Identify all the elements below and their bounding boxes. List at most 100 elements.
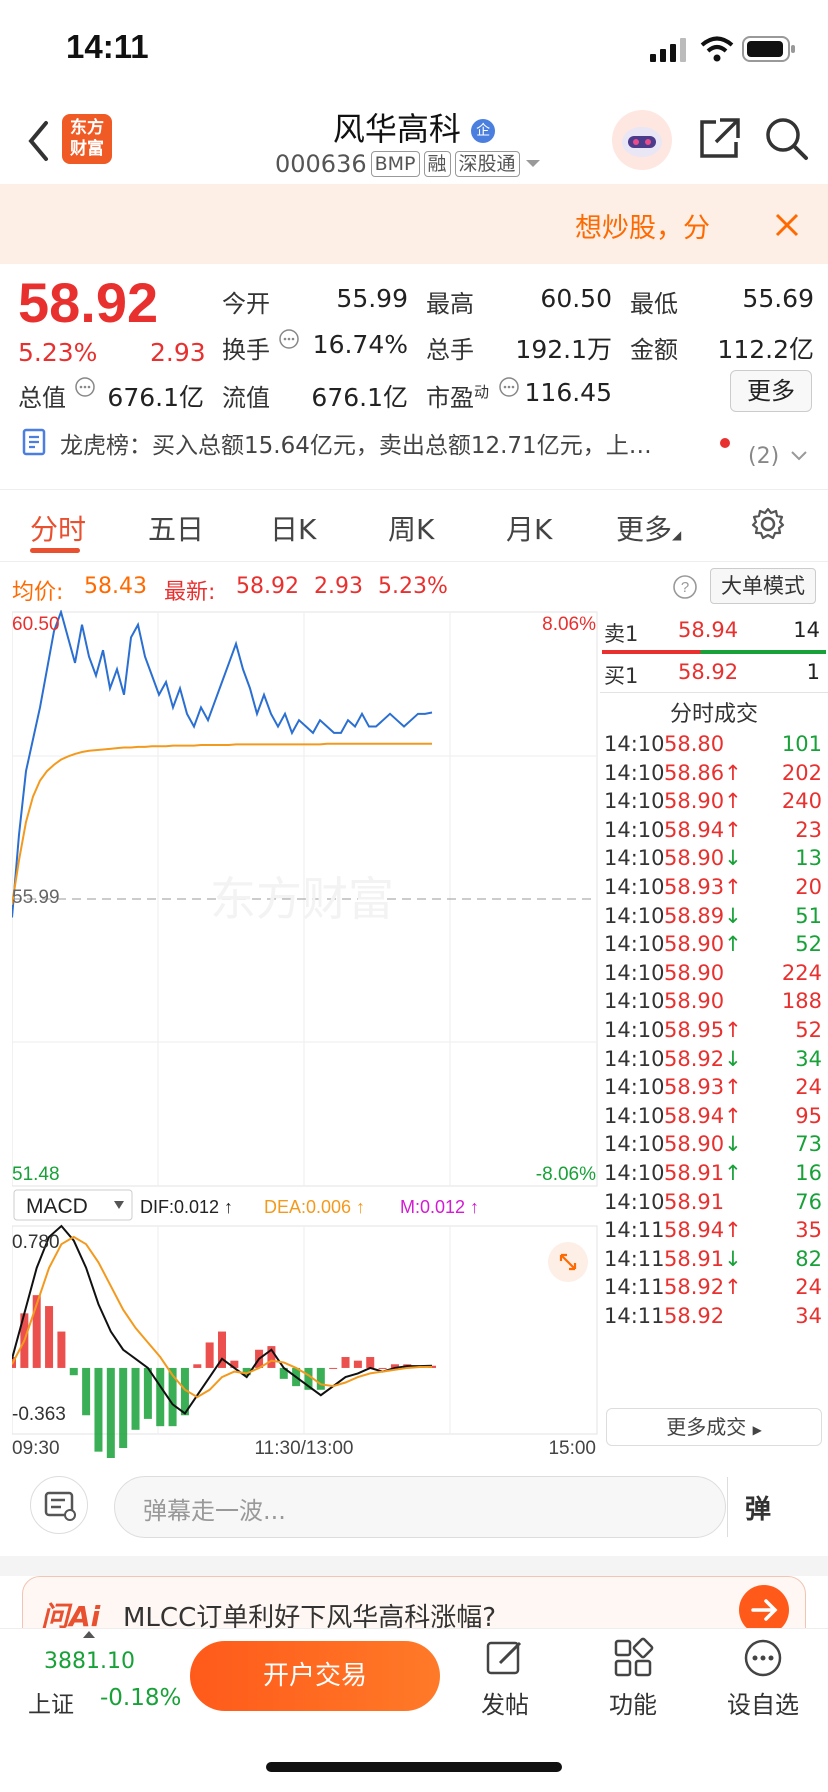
tick-volume: 52	[795, 1018, 822, 1042]
last-price: 58.92	[18, 271, 159, 334]
search-icon[interactable]	[764, 116, 810, 162]
tick-volume: 73	[795, 1132, 822, 1157]
info-dots-icon[interactable]	[74, 376, 96, 398]
tick-row: 14:10 58.80 101	[604, 732, 826, 764]
tab-weekly-k[interactable]: 周K	[388, 508, 434, 548]
macd-bar	[106, 1367, 115, 1459]
tick-row: 14:11 58.91↓ 82	[604, 1247, 826, 1279]
tick-time: 14:10	[604, 1018, 665, 1042]
post-button[interactable]: 发帖	[460, 1637, 550, 1720]
macd-bar	[341, 1357, 350, 1368]
tick-price: 58.93↑	[664, 875, 742, 899]
more-button[interactable]: 更多	[730, 370, 812, 412]
macd-y-high: 0.780	[12, 1232, 60, 1253]
open-account-trade-button[interactable]: 开户交易	[190, 1641, 440, 1711]
danmaku-toggle[interactable]: 弹	[745, 1489, 771, 1526]
tick-time: 14:10	[604, 875, 665, 899]
macd-bar	[143, 1367, 152, 1419]
home-indicator	[266, 1762, 562, 1772]
tag-connect: 深股通	[454, 151, 520, 177]
tick-time: 14:10	[604, 789, 665, 814]
grid-icon	[614, 1637, 654, 1677]
big-order-mode-button[interactable]: 大单模式	[710, 568, 816, 604]
macd-bar	[131, 1367, 140, 1430]
tick-time: 14:10	[604, 1046, 665, 1071]
tab-intraday[interactable]: 分时	[30, 508, 86, 548]
tick-price: 58.90	[664, 989, 725, 1014]
tab-daily-k[interactable]: 日K	[270, 508, 316, 548]
tick-volume: 76	[795, 1189, 822, 1214]
avg-price-value: 58.43	[84, 574, 147, 599]
more-ticks-button[interactable]: 更多成交 ▶	[606, 1408, 822, 1446]
danmaku-input[interactable]: 弹幕走一波... 弹	[114, 1476, 771, 1538]
y-tick-pct-high: 8.06%	[542, 614, 596, 635]
bid1-label: 买1	[604, 664, 639, 688]
low-label: 最低	[630, 290, 678, 318]
functions-button[interactable]: 功能	[588, 1637, 678, 1720]
tab-more[interactable]: 更多◢	[616, 508, 681, 548]
watermark: 东方财富	[210, 872, 394, 926]
macd-bar	[94, 1367, 103, 1452]
indicator-selector-label: MACD	[26, 1195, 88, 1218]
intraday-chart[interactable]: 东方财富 60.50 55.99 51.48 8.06% -8.06% MACD…	[8, 608, 598, 1459]
low-value: 55.69	[742, 284, 814, 313]
tab-five-day[interactable]: 五日	[148, 508, 204, 548]
turnover-value: 16.74%	[312, 330, 408, 359]
dif-line	[11, 1224, 433, 1415]
unread-dot	[720, 438, 730, 448]
index-value[interactable]: 3881.10	[44, 1649, 135, 1674]
tick-time: 14:10	[604, 732, 665, 756]
robot-avatar[interactable]	[612, 110, 672, 170]
tick-price: 58.94↑	[664, 1103, 742, 1128]
tick-price: 58.90↑	[664, 932, 742, 957]
divider	[727, 1477, 728, 1537]
macd-bar	[156, 1367, 165, 1427]
promo-banner[interactable]: 想炒股，分	[0, 184, 828, 264]
banner-text: 想炒股，分	[575, 213, 710, 244]
stock-name: 风华高科	[332, 110, 461, 148]
chevron-down-icon	[791, 451, 807, 461]
tick-price: 58.92↓	[664, 1046, 742, 1071]
tick-time: 14:10	[604, 817, 665, 842]
comment-list-button[interactable]	[30, 1476, 88, 1534]
tick-row: 14:11 58.92 34	[604, 1304, 826, 1336]
add-watchlist-label: 设自选	[727, 1691, 799, 1719]
help-icon[interactable]: ?	[672, 574, 698, 600]
tick-row: 14:10 58.90↓ 13	[604, 846, 826, 878]
share-icon[interactable]	[696, 116, 742, 162]
y-tick-prev-close: 55.99	[12, 887, 60, 908]
tick-time: 14:10	[604, 760, 665, 785]
comment-list-icon	[44, 1491, 76, 1521]
order-ratio-bar	[602, 650, 826, 654]
index-name[interactable]: 上证	[28, 1685, 74, 1719]
tick-price: 58.93↑	[664, 1075, 742, 1100]
change-pct: 5.23%	[18, 338, 98, 367]
pe-value: 116.45	[524, 378, 612, 407]
volume-value: 192.1万	[515, 335, 612, 364]
chart-area[interactable]: 东方财富 60.50 55.99 51.48 8.06% -8.06% MACD…	[8, 608, 598, 1459]
macd-dif-label: DIF:0.012 ↑	[140, 1197, 233, 1217]
tick-price: 58.89↓	[664, 903, 742, 928]
settings-icon[interactable]	[750, 506, 786, 542]
tick-price: 58.94↑	[664, 817, 742, 842]
tick-row: 14:10 58.90 224	[604, 961, 826, 993]
open-label: 今开	[222, 290, 270, 318]
latest-price: 58.92	[236, 574, 299, 599]
stock-code-row[interactable]: 000636 BMP 融 深股通	[275, 150, 542, 178]
index-pct[interactable]: -0.18%	[100, 1685, 181, 1711]
tick-row: 14:10 58.94↑ 95	[604, 1104, 826, 1136]
add-watchlist-button[interactable]: 设自选	[718, 1637, 808, 1720]
ask1-price: 58.94	[678, 618, 739, 642]
tick-row: 14:10 58.90↓ 73	[604, 1132, 826, 1164]
info-dots-icon[interactable]	[498, 376, 520, 398]
news-row[interactable]: 龙虎榜：买入总额15.64亿元，卖出总额12.71亿元，上… (2)	[0, 424, 828, 490]
info-dots-icon[interactable]	[278, 328, 300, 350]
close-icon[interactable]	[774, 212, 800, 238]
macd-bar	[69, 1367, 78, 1376]
float-cap-label: 流值	[222, 384, 270, 412]
tick-volume: 240	[781, 789, 822, 814]
tick-price: 58.80	[664, 732, 725, 756]
tab-monthly-k[interactable]: 月K	[506, 508, 552, 548]
macd-bar	[193, 1364, 202, 1368]
tick-price: 58.95↑	[664, 1018, 742, 1042]
